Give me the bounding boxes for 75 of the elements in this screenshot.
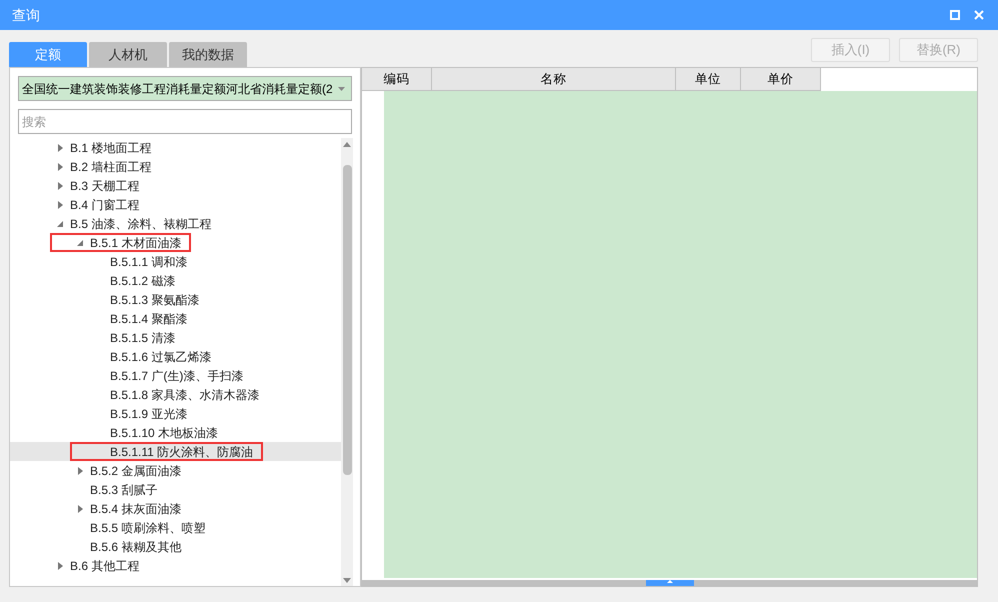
tree-item[interactable]: B.1 楼地面工程 <box>10 138 341 157</box>
tree-item-label: B.5.1.1 调和漆 <box>110 254 188 270</box>
dropdown-caret-icon[interactable] <box>338 86 345 90</box>
tree-item-label: B.1 楼地面工程 <box>70 140 152 156</box>
search-field[interactable]: 搜索 <box>18 109 352 134</box>
tree-item[interactable]: B.5.1.6 过氯乙烯漆 <box>10 347 341 366</box>
collapsed-triangle-icon[interactable] <box>58 200 62 208</box>
tree-item-label: B.5.1.4 聚酯漆 <box>110 310 188 328</box>
expanded-triangle-icon[interactable] <box>57 220 63 226</box>
tree-item[interactable]: B.5.1.3 聚氨酯漆 <box>10 290 341 309</box>
tree-item-label: B.5.1.9 亚光漆 <box>110 406 188 422</box>
tab[interactable]: 人材机 <box>89 42 167 67</box>
tree-item[interactable]: B.5.1.10 木地板油漆 <box>10 423 341 442</box>
collapsed-triangle-icon[interactable] <box>58 182 62 190</box>
vertical-scrollbar[interactable] <box>341 138 353 586</box>
library-dropdown[interactable]: 全国统一建筑装饰装修工程消耗量定额河北省消耗量定额(2 <box>18 76 352 101</box>
tree-item[interactable]: B.5.5 喷刷涂料、喷塑 <box>10 518 341 537</box>
scrollbar-thumb[interactable] <box>646 580 694 586</box>
tree-item-label: B.5.2 金属面油漆 <box>90 462 182 480</box>
scroll-down-icon[interactable] <box>343 578 351 583</box>
tree-item-label: B.5.3 刮腻子 <box>90 482 158 498</box>
window-title: 查询 <box>12 6 40 24</box>
tree-item-label: B.5.6 裱糊及其他 <box>90 538 182 556</box>
tree-item-label: B.6 其他工程 <box>70 558 140 574</box>
tree-item[interactable]: B.5.1.4 聚酯漆 <box>10 309 341 328</box>
tree-item-label: B.5.1.5 清漆 <box>110 330 176 346</box>
tree-item-label: B.5.4 抹灰面油漆 <box>90 500 182 518</box>
collapsed-triangle-icon[interactable] <box>58 562 62 570</box>
expanded-triangle-icon[interactable] <box>77 240 83 246</box>
scrollbar-thumb[interactable] <box>342 165 352 475</box>
tree-item[interactable]: B.5.1.9 亚光漆 <box>10 404 341 423</box>
tree-item-label: B.4 门窗工程 <box>70 196 140 214</box>
tree-item[interactable]: B.3 天棚工程 <box>10 176 341 195</box>
tree-item[interactable]: B.5.1.11 防火涂料、防腐油 <box>10 442 341 461</box>
tree-item-label: B.5.1.10 木地板油漆 <box>110 424 218 442</box>
column-header[interactable]: 单价 <box>741 68 821 91</box>
tree-item[interactable]: B.5.1.8 家具漆、水清木器漆 <box>10 385 341 404</box>
tree-item-label: B.5.5 喷刷涂料、喷塑 <box>90 520 206 536</box>
tree-item-label: B.5.1.8 家具漆、水清木器漆 <box>110 386 260 404</box>
collapsed-triangle-icon[interactable] <box>58 162 62 170</box>
tree-item-label: B.5 油漆、涂料、裱糊工程 <box>70 216 212 232</box>
tree-item[interactable]: B.5 油漆、涂料、裱糊工程 <box>10 214 341 233</box>
tree-item[interactable]: B.5.1.1 调和漆 <box>10 252 341 271</box>
tree-item[interactable]: B.5.2 金属面油漆 <box>10 461 341 480</box>
collapsed-triangle-icon[interactable] <box>58 144 62 152</box>
tree-item[interactable]: B.5.1.7 广(生)漆、手扫漆 <box>10 366 341 385</box>
tree-item-label: B.5.1.11 防火涂料、防腐油 <box>110 444 254 460</box>
collapsed-triangle-icon[interactable] <box>78 504 82 512</box>
tree-item[interactable]: B.5.3 刮腻子 <box>10 480 341 499</box>
column-header[interactable]: 名称 <box>432 68 676 91</box>
tree-item-label: B.5.1.6 过氯乙烯漆 <box>110 348 212 366</box>
tree-item[interactable]: B.5.1.2 磁漆 <box>10 271 341 290</box>
close-icon[interactable] <box>974 10 984 20</box>
dropdown-value: 全国统一建筑装饰装修工程消耗量定额河北省消耗量定额(2 <box>22 80 334 98</box>
collapsed-triangle-icon[interactable] <box>78 466 82 474</box>
tree-item[interactable]: B.5.1.5 清漆 <box>10 328 341 347</box>
tree-item-label: B.5.1.3 聚氨酯漆 <box>110 292 200 308</box>
collapse-arrow-icon[interactable] <box>666 580 672 583</box>
tree-item-label: B.2 墙柱面工程 <box>70 158 152 176</box>
column-header[interactable]: 编码 <box>362 68 432 91</box>
tree-item[interactable]: B.6 其他工程 <box>10 556 341 575</box>
tree-item-label: B.5.1 木材面油漆 <box>90 234 182 252</box>
tree-item-label: B.5.1.7 广(生)漆、手扫漆 <box>110 368 244 384</box>
scroll-up-icon[interactable] <box>343 142 351 147</box>
tab[interactable]: 我的数据 <box>169 42 247 67</box>
column-header[interactable]: 单位 <box>676 68 741 91</box>
tree-item[interactable]: B.5.6 裱糊及其他 <box>10 537 341 556</box>
tree-item[interactable]: B.5.4 抹灰面油漆 <box>10 499 341 518</box>
tree-item[interactable]: B.2 墙柱面工程 <box>10 157 341 176</box>
tree-item[interactable]: B.5.1 木材面油漆 <box>10 233 341 252</box>
horizontal-scrollbar[interactable] <box>362 580 977 586</box>
tree-item-label: B.5.1.2 磁漆 <box>110 272 176 290</box>
tree-item-label: B.3 天棚工程 <box>70 178 140 194</box>
maximize-icon[interactable] <box>950 10 960 20</box>
tree-item[interactable]: B.4 门窗工程 <box>10 195 341 214</box>
